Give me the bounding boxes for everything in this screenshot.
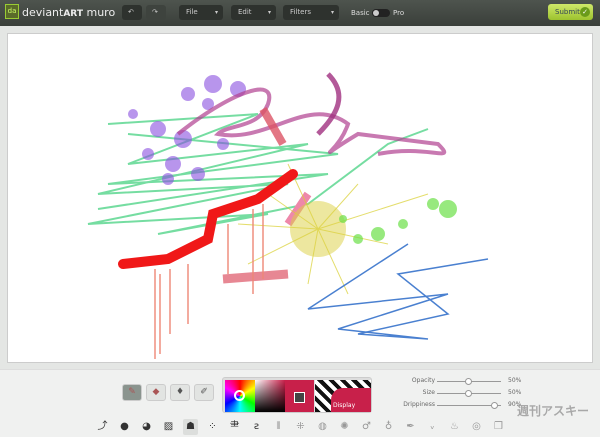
chevron-down-icon: ▾ <box>214 9 218 16</box>
eyedropper-tool[interactable]: ✐ <box>194 384 214 401</box>
drippiness-slider[interactable]: Drippiness 90% <box>380 401 530 410</box>
brand-light: deviant <box>22 6 64 19</box>
top-bar: da deviantART muro ↶ ↷ File ▾ Edit ▾ Filte… <box>0 0 600 26</box>
undo-icon: ↶ <box>128 8 134 16</box>
current-color-swatch[interactable] <box>285 380 314 412</box>
slider-label: Drippiness <box>403 401 435 408</box>
slider-knob[interactable] <box>491 402 498 409</box>
brush-preset-14-icon[interactable]: ✒ <box>403 419 418 435</box>
brush-preset-15-icon[interactable]: ᵥ <box>425 419 440 435</box>
redo-button[interactable]: ↷ <box>146 5 166 20</box>
slider-label: Size <box>422 389 435 396</box>
brush-preset-6-icon[interactable]: ⺻ <box>227 419 242 435</box>
watermark-logo: 週刊アスキー <box>517 404 590 418</box>
brush-icon: ✎ <box>128 387 136 397</box>
file-menu[interactable]: File ▾ <box>179 5 223 20</box>
submit-label: Submit <box>555 8 580 16</box>
eraser-tool[interactable]: ◆ <box>146 384 166 401</box>
redo-icon: ↷ <box>152 8 158 16</box>
edit-menu[interactable]: Edit ▾ <box>231 5 276 20</box>
pattern-swatch[interactable]: Display <box>315 380 371 412</box>
slider-value: 50% <box>508 377 522 384</box>
artwork <box>87 72 489 359</box>
purple-loop <box>316 72 342 136</box>
slider-value: 50% <box>508 389 522 396</box>
shade-picker[interactable] <box>255 380 285 412</box>
brush-preset-7-icon[interactable]: ƨ <box>249 419 264 435</box>
pink-bar <box>259 107 287 146</box>
hue-picker[interactable] <box>225 380 255 412</box>
chevron-down-icon: ▾ <box>330 9 334 16</box>
filters-label: Filters <box>290 8 311 16</box>
slider-track[interactable] <box>437 390 501 397</box>
file-label: File <box>186 8 198 16</box>
eyedropper-icon: ✐ <box>200 387 208 397</box>
size-slider[interactable]: Size 50% <box>380 389 530 398</box>
brush-preset-5-icon[interactable]: ⁘ <box>205 419 220 435</box>
brush-preset-16-icon[interactable]: ♨ <box>447 419 462 435</box>
app-title: deviantART muro <box>22 6 115 19</box>
brush-preset-12-icon[interactable]: ♂ <box>359 419 374 435</box>
opacity-slider[interactable]: Opacity 50% <box>380 377 530 386</box>
mode-pro-label: Pro <box>393 9 405 17</box>
brush-preset-0-icon[interactable]: ⤴ <box>95 419 110 435</box>
color-panel: Display <box>222 377 372 413</box>
swap-icon[interactable] <box>294 392 305 403</box>
pattern-label: Display <box>333 402 356 409</box>
brand-bold: ART <box>63 9 83 19</box>
eraser-icon: ◆ <box>152 387 160 397</box>
pink-bar-2 <box>222 269 289 284</box>
brush-preset-13-icon[interactable]: ♁ <box>381 419 396 435</box>
undo-button[interactable]: ↶ <box>122 5 142 20</box>
check-icon: ✓ <box>580 7 590 17</box>
submit-button[interactable]: Submit ✓ <box>548 4 593 20</box>
brush-preset-11-icon[interactable]: ✺ <box>337 419 352 435</box>
mode-toggle[interactable] <box>372 9 390 17</box>
brush-selector: ⤴ ● ◕ ▨ ☗ ⁘ ⺻ ƨ ⫴ ⁜ ◍ ✺ ♂ ♁ ✒ ᵥ ♨ ◎ ❒ <box>95 417 515 437</box>
mode-basic-label: Basic <box>351 9 370 17</box>
drawing-canvas[interactable] <box>7 33 593 363</box>
brand-suffix: muro <box>82 6 116 19</box>
brush-preset-9-icon[interactable]: ⁜ <box>293 419 308 435</box>
brush-tool[interactable]: ✎ <box>122 384 142 401</box>
fill-tool[interactable]: ♦ <box>170 384 190 401</box>
filters-menu[interactable]: Filters ▾ <box>283 5 339 20</box>
brush-preset-18-icon[interactable]: ❒ <box>491 419 506 435</box>
brush-preset-1-icon[interactable]: ● <box>117 419 132 435</box>
edit-label: Edit <box>238 8 252 16</box>
slider-knob[interactable] <box>465 390 472 397</box>
slider-label: Opacity <box>411 377 435 384</box>
fill-bucket-icon: ♦ <box>175 387 185 397</box>
brush-preset-3-icon[interactable]: ▨ <box>161 419 176 435</box>
deviantart-logo: da <box>5 4 19 19</box>
chevron-down-icon: ▾ <box>267 9 271 16</box>
brush-preset-4-icon[interactable]: ☗ <box>183 419 198 435</box>
brush-preset-8-icon[interactable]: ⫴ <box>271 419 286 435</box>
brush-preset-17-icon[interactable]: ◎ <box>469 419 484 435</box>
hue-handle[interactable] <box>234 390 245 401</box>
blue-scribble <box>307 243 489 340</box>
slider-knob[interactable] <box>465 378 472 385</box>
bottom-toolbar: ✎ ◆ ♦ ✐ Display Opacity 50% Size 50% Dripp… <box>0 369 600 437</box>
slider-track[interactable] <box>437 402 501 409</box>
brush-preset-10-icon[interactable]: ◍ <box>315 419 330 435</box>
slider-track[interactable] <box>437 378 501 385</box>
brush-preset-2-icon[interactable]: ◕ <box>139 419 154 435</box>
yellow-core <box>290 201 346 257</box>
toggle-knob <box>373 10 379 16</box>
green-dots <box>339 198 457 244</box>
